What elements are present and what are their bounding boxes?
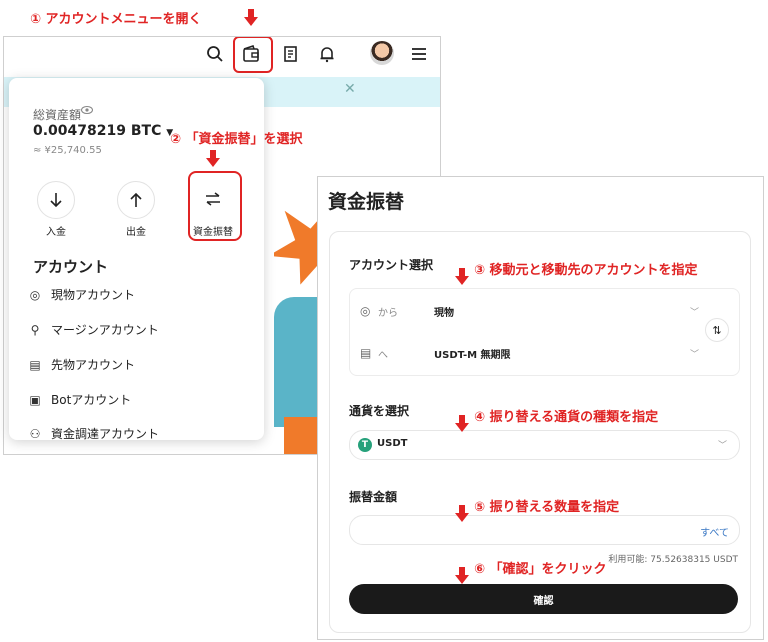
swap-accounts-button[interactable]: ⇅ [705,318,729,342]
wallet-highlight-box [233,37,273,73]
menu-icon[interactable] [408,43,430,65]
currency-select[interactable]: T USDT ﹀ [349,430,740,460]
funding-icon: ⚇ [29,426,41,441]
margin-icon: ⚲ [30,322,40,337]
currency-value: USDT [377,438,408,449]
transfer-highlight-box [188,171,242,241]
step2-arrow-icon [206,150,220,168]
withdraw-button[interactable] [117,181,155,219]
to-icon: ▤ [360,346,372,360]
avatar[interactable] [370,41,394,65]
account-item-label: 現物アカウント [51,288,136,302]
account-item-spot[interactable]: ◎ 現物アカウント [27,286,135,303]
deposit-button[interactable] [37,181,75,219]
deposit-label: 入金 [46,227,66,238]
step6-arrow-icon [455,567,469,585]
eye-icon[interactable] [80,105,94,118]
amount-label: 振替金額 [349,490,398,504]
amount-input[interactable]: すべて [349,515,740,545]
from-label: から [378,307,398,319]
top-nav-bar [4,37,440,73]
to-account-select[interactable]: ▤ へ USDT-M 無期限 ﹀ [350,335,739,371]
to-label: へ [378,349,388,361]
chevron-down-icon: ﹀ [717,441,727,451]
currency-label: 通貨を選択 [349,404,410,418]
from-value: 現物 [434,307,454,319]
account-item-label: 先物アカウント [51,358,136,372]
step2-annotation: ② 「資金振替」を選択 [170,132,303,147]
account-select-label: アカウント選択 [349,258,434,272]
panel-title: 資金振替 [328,191,405,213]
jpy-balance: ≈ ¥25,740.55 [33,145,102,156]
step3-annotation: ③ 移動元と移動先のアカウントを指定 [474,263,698,278]
step4-annotation: ④ 振り替える通貨の種類を指定 [474,410,659,425]
account-item-label: Botアカウント [51,393,132,407]
step5-arrow-icon [455,505,469,523]
orders-icon[interactable] [280,43,302,65]
chevron-down-icon: ﹀ [690,307,700,318]
step6-annotation: ⑥ 「確認」をクリック [474,562,607,577]
from-icon: ◎ [360,304,371,318]
total-assets-label: 総資産額 [33,108,82,122]
from-account-select[interactable]: ◎ から 現物 ﹀ [350,293,739,329]
confirm-button[interactable]: 確認 [349,584,738,614]
chevron-down-icon: ﹀ [690,349,700,360]
tether-icon: T [358,438,372,452]
btc-balance: 0.00478219 BTC [33,123,162,139]
account-section-title: アカウント [33,258,109,276]
step3-arrow-icon [455,268,469,286]
futures-icon: ▤ [29,357,41,372]
account-select-box: ◎ から 現物 ﹀ ▤ へ USDT-M 無期限 ﹀ [349,288,740,376]
account-item-label: マージンアカウント [51,323,159,337]
max-amount-button[interactable]: すべて [700,524,729,539]
bell-icon[interactable] [316,43,338,65]
account-item-margin[interactable]: ⚲ マージンアカウント [27,321,159,338]
search-icon[interactable] [204,43,226,65]
account-item-label: 資金調達アカウント [51,427,160,440]
to-value: USDT-M 無期限 [434,349,511,361]
withdraw-label: 出金 [126,227,146,238]
btc-balance-selector[interactable]: 0.00478219 BTC ▼ [33,123,173,139]
spot-icon: ◎ [29,287,41,302]
step1-arrow-icon [244,9,258,27]
step1-annotation: ① アカウントメニューを開く [30,12,202,27]
banner-close-icon[interactable]: ✕ [344,81,356,97]
step5-annotation: ⑤ 振り替える数量を指定 [474,500,620,515]
account-item-bot[interactable]: ▣ Botアカウント [27,391,131,408]
account-item-futures[interactable]: ▤ 先物アカウント [27,356,135,373]
bot-icon: ▣ [29,392,41,407]
step4-arrow-icon [455,415,469,433]
account-item-funding[interactable]: ⚇ 資金調達アカウント [27,425,160,441]
